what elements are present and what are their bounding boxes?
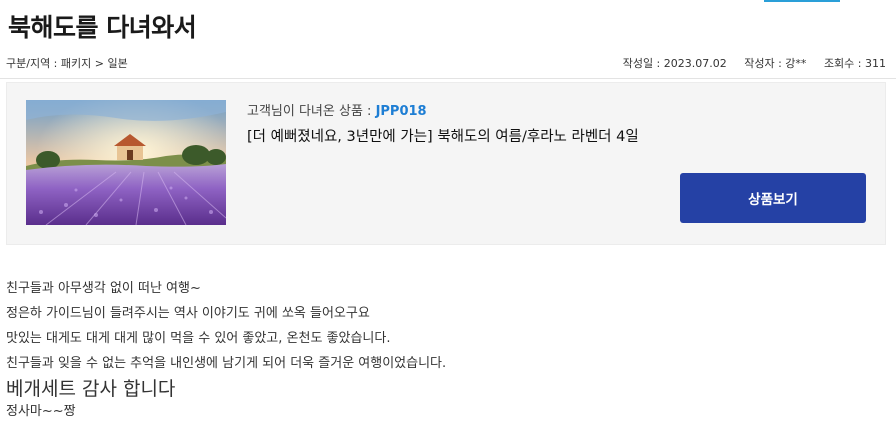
review-line: 맛있는 대게도 대게 대게 많이 먹을 수 있어 좋았고, 온천도 좋았습니다. [6, 331, 391, 346]
review-line-large: 베개세트 감사 합니다 [6, 378, 176, 400]
product-code-prefix: 고객님이 다녀온 상품 : [247, 104, 376, 119]
post-views: 조회수 : 311 [823, 57, 886, 70]
post-author: 작성자 : 강** [744, 57, 807, 70]
post-meta: 작성일 : 2023.07.02 작성자 : 강** 조회수 : 311 [609, 55, 886, 71]
product-code-line: 고객님이 다녀온 상품 : JPP018 [247, 100, 427, 119]
review-line: 친구들과 잊을 수 없는 추억을 내인생에 남기게 되어 더욱 즐거운 여행이었… [6, 356, 447, 371]
product-card: 고객님이 다녀온 상품 : JPP018 [더 예뻐졌네요, 3년만에 가는] … [6, 82, 886, 245]
review-line: 정은하 가이드님이 들려주시는 역사 이야기도 귀에 쏘옥 들어오구요 [6, 306, 370, 321]
product-image[interactable] [26, 100, 226, 225]
category-breadcrumb: 구분/지역 : 패키지 > 일본 [6, 57, 128, 70]
product-code: JPP018 [375, 104, 427, 119]
top-accent-bar [764, 0, 840, 2]
review-body: 친구들과 아무생각 없이 떠난 여행~ 정은하 가이드님이 들려주시는 역사 이… [6, 276, 886, 422]
review-signature: 정사마~~짱 [6, 404, 76, 419]
post-date: 작성일 : 2023.07.02 [622, 57, 727, 70]
product-name[interactable]: [더 예뻐졌네요, 3년만에 가는] 북해도의 여름/후라노 라벤더 4일 [247, 125, 639, 146]
view-product-button[interactable]: 상품보기 [680, 173, 866, 223]
lavender-field-photo [26, 100, 226, 225]
page-title: 북해도를 다녀와서 [8, 13, 197, 42]
divider [0, 78, 896, 79]
review-line: 친구들과 아무생각 없이 떠난 여행~ [6, 281, 201, 296]
